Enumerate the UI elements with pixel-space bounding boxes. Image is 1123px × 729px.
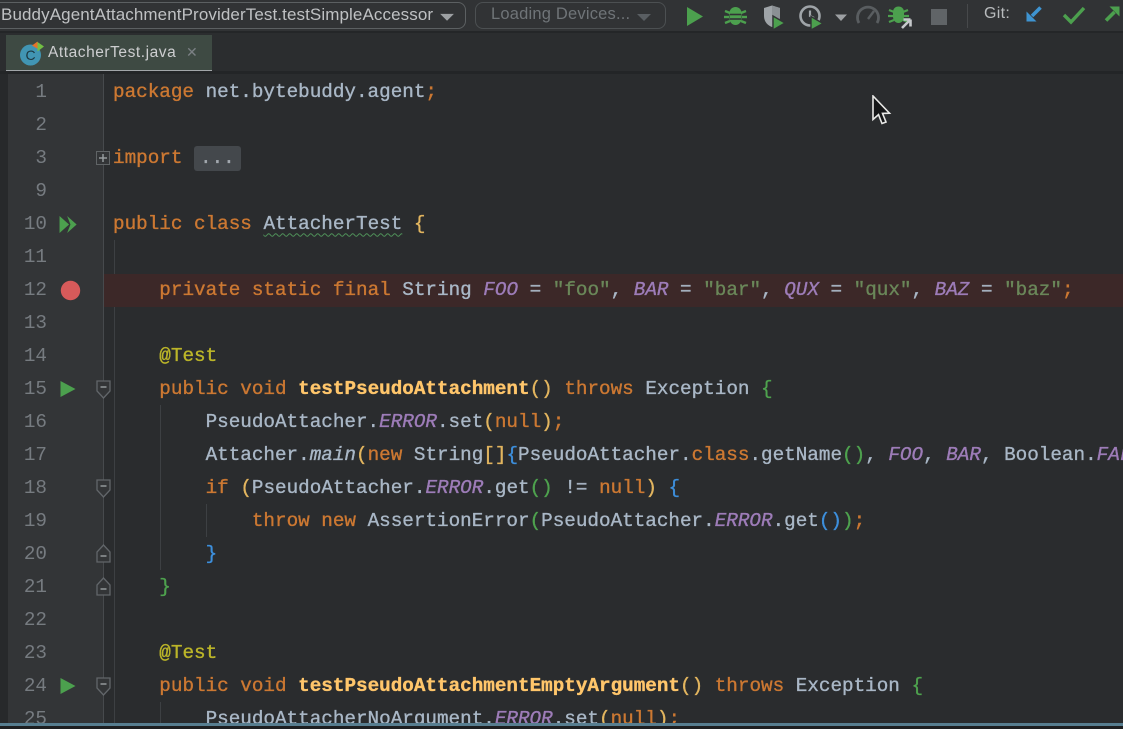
- svg-text:C: C: [25, 47, 35, 63]
